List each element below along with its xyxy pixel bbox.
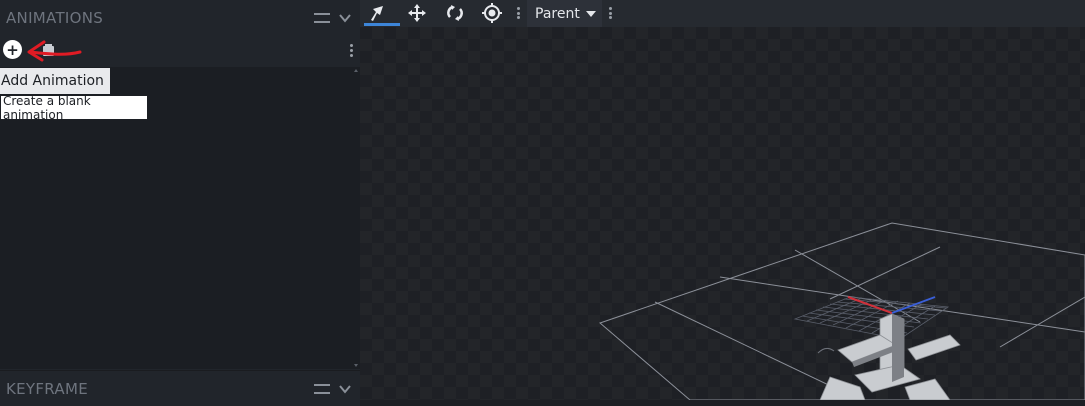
transform-origin-icon xyxy=(482,3,502,23)
import-animation-icon[interactable] xyxy=(40,41,58,59)
caret-down-icon xyxy=(585,10,596,17)
add-animation-tooltip: Create a blank animation xyxy=(0,94,148,122)
more-options-icon[interactable] xyxy=(350,44,354,57)
pivot-tool-icon xyxy=(371,6,383,21)
animations-scrollbar[interactable] xyxy=(350,67,358,369)
add-animation-button[interactable]: + xyxy=(3,40,22,59)
floor-grid-outer xyxy=(599,222,1085,400)
keyframe-panel-title: KEYFRAME xyxy=(6,379,88,398)
move-tool-button[interactable] xyxy=(405,2,429,24)
animations-toolbar: + xyxy=(0,35,360,67)
scroll-up-icon[interactable] xyxy=(354,69,358,72)
transform-space-select[interactable]: Parent xyxy=(527,0,602,27)
animations-panel-title: ANIMATIONS xyxy=(6,8,104,27)
viewport-toolbar: Parent xyxy=(360,0,1085,27)
scroll-down-icon[interactable] xyxy=(354,364,358,367)
floor-grid-inner xyxy=(793,296,950,340)
viewport-scene xyxy=(599,222,1085,400)
rotate-tool-button[interactable] xyxy=(443,2,467,24)
3d-viewport[interactable] xyxy=(360,27,1085,400)
panel-menu-icon[interactable] xyxy=(314,12,330,23)
transform-space-value: Parent xyxy=(535,5,580,22)
select-options-icon[interactable] xyxy=(609,7,613,19)
rotation-gizmo-hint xyxy=(817,347,835,354)
plus-icon: + xyxy=(6,40,19,59)
chevron-down-icon[interactable] xyxy=(338,382,352,396)
add-animation-menu-item[interactable]: Add Animation xyxy=(0,68,110,94)
transform-origin-button[interactable] xyxy=(480,2,504,24)
rotate-tool-icon xyxy=(447,5,463,21)
move-tool-icon xyxy=(408,4,426,22)
chevron-down-icon[interactable] xyxy=(338,11,352,25)
keyframe-panel-header: KEYFRAME xyxy=(0,370,360,406)
animations-panel-header: ANIMATIONS xyxy=(0,0,360,35)
tool-options-icon[interactable] xyxy=(517,7,521,19)
animations-panel: ANIMATIONS + Add Animation Create a blan… xyxy=(0,0,360,406)
pivot-tool-button[interactable] xyxy=(364,2,400,26)
model-blocks xyxy=(819,313,961,400)
keyframe-panel-menu-icon[interactable] xyxy=(314,383,330,394)
